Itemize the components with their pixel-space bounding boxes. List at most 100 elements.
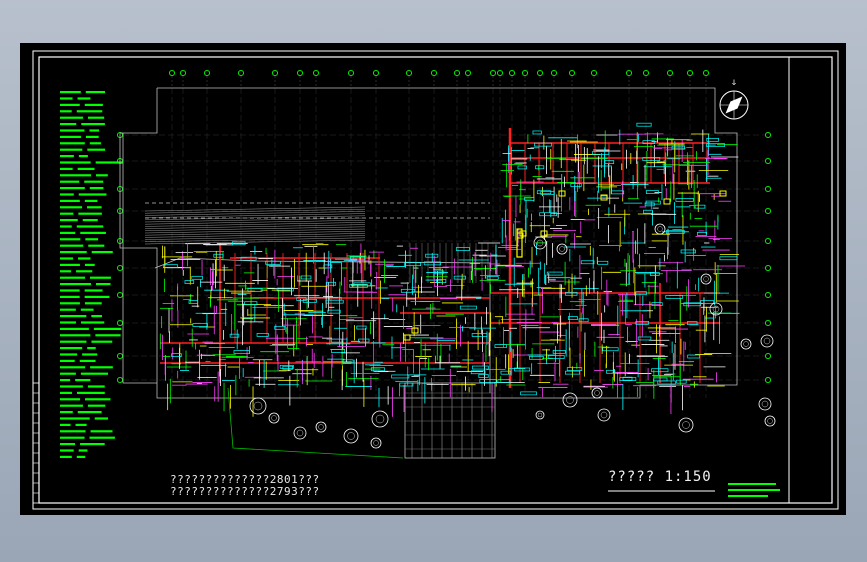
legend-line [87, 148, 106, 151]
binding-strip-ticks [33, 392, 39, 494]
legend-line [60, 417, 90, 420]
axis-bubble [666, 69, 674, 77]
tree-inner [600, 411, 608, 419]
axis-bubble [116, 291, 124, 299]
legend-line [89, 129, 99, 132]
legend-line [84, 289, 103, 292]
legend-line [60, 334, 91, 337]
legend-line [60, 167, 73, 170]
axis-bubble [764, 352, 772, 360]
legend-line [60, 449, 74, 452]
tree-inner [743, 341, 749, 347]
legend-line [60, 289, 80, 292]
legend-line [77, 257, 91, 260]
axis-bubble [296, 69, 304, 77]
tree-symbol [740, 338, 752, 350]
equipment-tag [687, 354, 700, 359]
legend-line [60, 327, 89, 330]
axis-grid-right [764, 131, 772, 384]
legend-line [60, 321, 76, 324]
axis-bubble [536, 69, 544, 77]
tree-symbol [758, 397, 772, 411]
legend-line [82, 219, 98, 222]
legend-line [60, 308, 76, 311]
tree-inner [537, 412, 543, 418]
legend-line [93, 327, 122, 330]
legend-line [80, 308, 94, 311]
axis-bubble [168, 69, 176, 77]
legend-line [95, 334, 121, 337]
tree-symbol [293, 426, 307, 440]
tree-inner [761, 400, 769, 408]
legend-line [60, 155, 74, 158]
cad-viewport[interactable]: ↆ ??????????????2801??? ??????????????27… [20, 43, 846, 515]
equipment-tag [455, 247, 470, 251]
tree-symbol [370, 437, 382, 449]
axis-bubble [116, 264, 124, 272]
tree-inner [253, 401, 263, 411]
equipment-tag [358, 338, 370, 343]
legend-line [60, 97, 73, 100]
legend-line [60, 270, 72, 273]
equipment-tag [719, 256, 738, 261]
equipment-tag [279, 364, 294, 369]
tree-inner [763, 337, 771, 345]
equipment-tag [330, 338, 343, 343]
equipment-tag [645, 190, 659, 194]
legend-line [91, 251, 113, 254]
tree-symbol [764, 415, 776, 427]
equipment-tag [486, 276, 499, 280]
legend-line [60, 199, 80, 202]
equipment-tag [404, 262, 421, 267]
legend-line [60, 340, 87, 343]
legend-line [78, 155, 88, 158]
legend-line [60, 148, 83, 151]
axis-bubble [702, 69, 710, 77]
legend-line [60, 353, 78, 356]
legend-line [77, 411, 102, 414]
legend-line [60, 436, 85, 439]
legend-line [96, 283, 111, 286]
tree-inner [657, 226, 663, 232]
tree-symbol [535, 410, 545, 420]
legend-line [60, 315, 87, 318]
axis-bubble [179, 69, 187, 77]
legend-line [84, 103, 103, 106]
legend-line [90, 366, 113, 369]
legend-line [91, 340, 113, 343]
axis-bubble [568, 69, 576, 77]
axis-bubble [764, 264, 772, 272]
roof-hatch-line [144, 206, 366, 212]
legend-line [60, 174, 92, 177]
legend-line [85, 135, 99, 138]
equipment-tag [494, 344, 507, 349]
legend-line [76, 270, 93, 273]
tree-inner [559, 246, 565, 252]
legend-line [80, 321, 105, 324]
legend-line [84, 180, 104, 183]
legend-line [60, 379, 71, 382]
axis-bubble [764, 207, 772, 215]
tree-inner [296, 429, 304, 437]
legend-line [85, 91, 106, 94]
axis-bubble [764, 376, 772, 384]
legend-line [60, 116, 83, 119]
legend-line [84, 295, 110, 298]
equipment-tag [546, 271, 563, 276]
equipment-tag [580, 260, 595, 265]
axis-grid-top [168, 69, 710, 87]
equipment-tag [552, 350, 566, 354]
tree-symbol [562, 392, 578, 408]
legend-line [60, 103, 80, 106]
legend-line [90, 430, 113, 433]
legend-line [75, 423, 87, 426]
axis-bubble [489, 69, 497, 77]
legend-line [87, 385, 105, 388]
tree-symbol [249, 397, 267, 415]
roof-hatch-line [144, 215, 366, 221]
equipment-tag [597, 260, 609, 265]
equipment-tag [535, 165, 545, 170]
legend-block-icon [60, 91, 124, 458]
tree-symbol [760, 334, 774, 348]
tree-symbol [597, 408, 611, 422]
